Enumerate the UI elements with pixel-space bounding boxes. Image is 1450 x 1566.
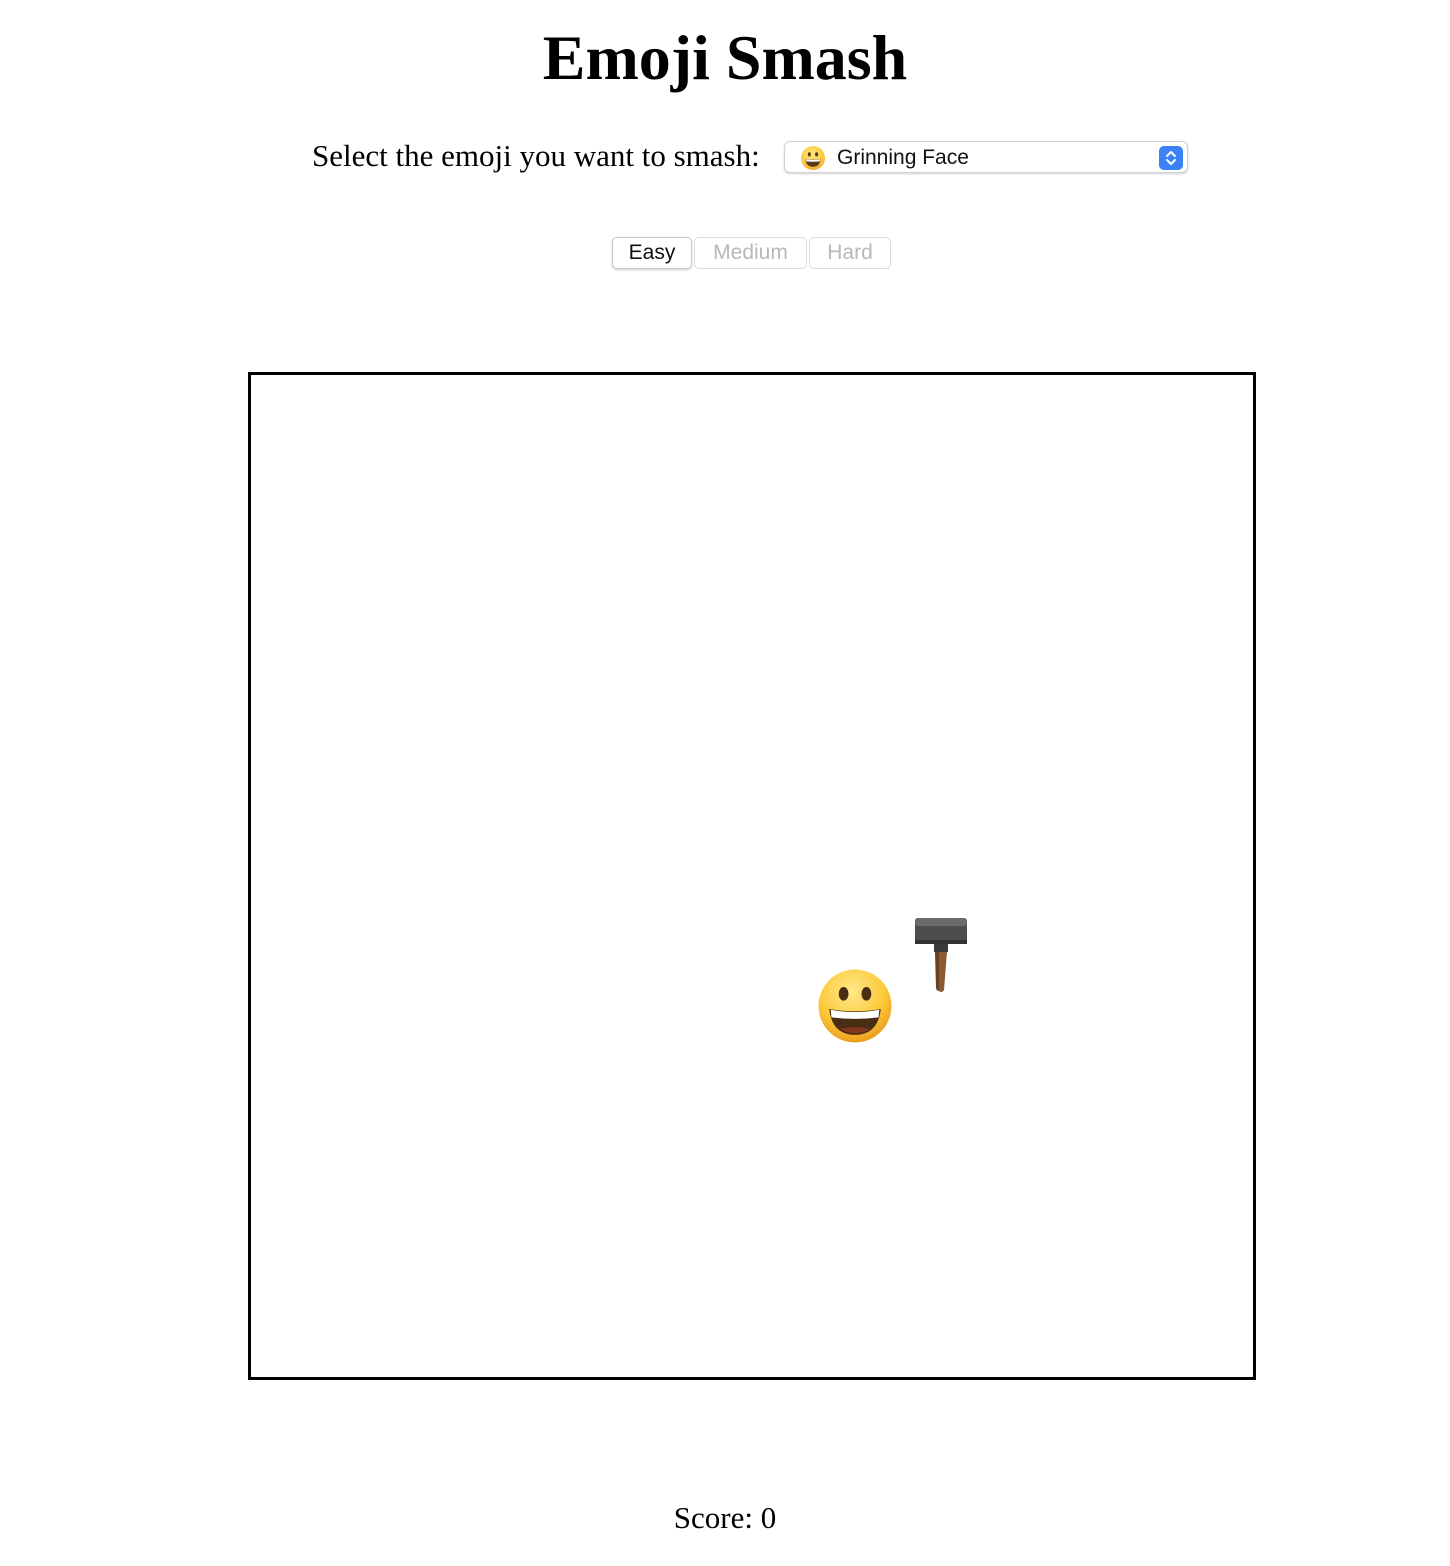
emoji-select-value: Grinning Face [837,146,969,169]
emoji-select-label: Select the emoji you want to smash: [312,138,760,173]
difficulty-hard-button[interactable]: Hard [809,237,891,269]
game-board[interactable] [248,372,1256,1380]
difficulty-selector: Easy Medium Hard [612,237,891,271]
chevron-updown-icon [1159,146,1183,170]
grinning-face-icon [801,146,825,170]
page-title: Emoji Smash [542,22,908,93]
emoji-select-row: Select the emoji you want to smash: Grin… [0,137,1450,177]
emoji-select-dropdown[interactable]: Grinning Face [784,141,1188,173]
score-display: Score: 0 [673,1500,777,1535]
difficulty-easy-button[interactable]: Easy [612,237,692,269]
difficulty-medium-button[interactable]: Medium [694,237,807,269]
grinning-face-icon[interactable] [817,968,893,1044]
hammer-icon [915,918,967,992]
